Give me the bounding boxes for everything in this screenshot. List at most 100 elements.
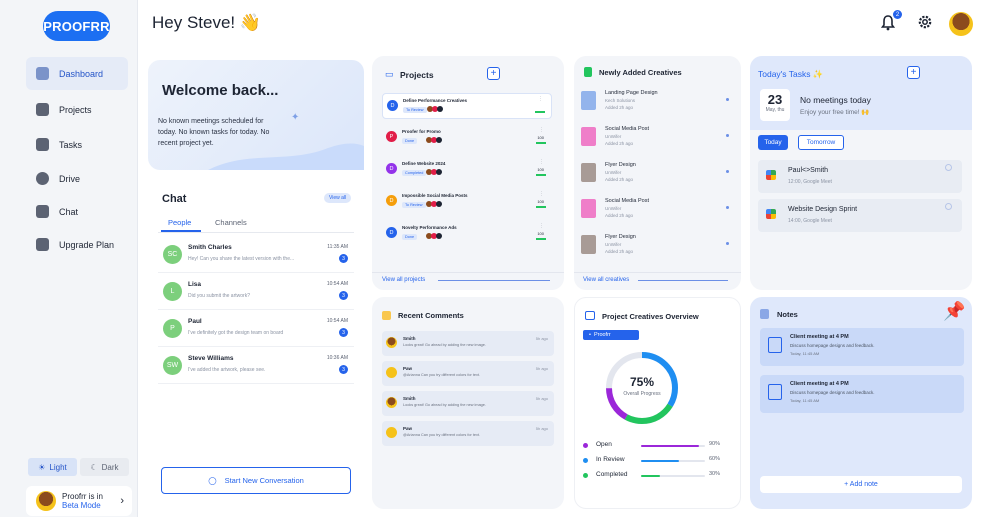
note-icon [768,384,782,400]
start-new-conversation-button[interactable]: ◯ Start New Conversation [161,467,351,494]
tasks-sub: Enjoy your free time! 🙌 [800,109,870,116]
legend-bar-fill [641,475,661,477]
legend-bar-fill [641,445,699,447]
add-note-button[interactable]: + Add note [760,476,962,493]
tasks-card: Today's Tasks ✨ + 23 May, thu No meeting… [750,56,972,290]
check-circle-icon[interactable] [945,203,952,210]
user-avatar[interactable] [949,12,973,36]
project-initial: D [387,100,398,111]
proofrr-logo[interactable]: PROOFRR [43,11,110,41]
comment-item[interactable]: Paw @Arianna Can you try different colors… [382,421,554,446]
status-dot [726,206,729,209]
project-progress-bar [536,238,546,240]
more-icon[interactable]: ⋮ [539,191,544,197]
view-all-creatives-link[interactable]: View all creatives [583,277,629,283]
project-row[interactable]: D Novelty Performance Ads Done 100 ⋮ [382,221,552,247]
pushpin-icon: 📌 [943,301,966,321]
creative-item[interactable]: Flyer Design UnWifer Added 2h ago [581,159,735,189]
creative-time: Added 2h ago [605,141,634,146]
task-item[interactable]: Website Design Sprint 14:00, Google Meet [758,199,962,232]
project-selector-label: Proofrr [593,332,611,338]
sidebar-item-upgrade-plan[interactable]: Upgrade Plan [26,228,128,261]
date-tile: 23 May, thu [760,89,790,121]
file-thumbnail-icon [581,127,596,146]
tasks-icon [36,138,49,151]
tomorrow-button[interactable]: Tomorrow [798,135,844,150]
more-icon[interactable]: ⋮ [539,223,544,229]
creative-item[interactable]: Social Media Post UnWifer Added 2h ago [581,123,735,153]
add-task-button[interactable]: + [907,66,920,79]
creative-item[interactable]: Landing Page Design Kech Solutions Added 2… [581,87,735,117]
sidebar-item-dashboard[interactable]: Dashboard [26,57,128,90]
creative-name: Landing Page Design [605,90,658,96]
view-all-projects-link[interactable]: View all projects [382,277,425,283]
beta-mode-card[interactable]: Proofrr is in Beta Mode › [26,486,132,516]
creative-name: Social Media Post [605,198,650,204]
more-icon[interactable]: ⋮ [538,96,543,102]
sidebar-item-chat[interactable]: Chat [26,195,128,228]
legend-bar [641,445,705,447]
more-icon[interactable]: ⋮ [539,127,544,133]
comment-author: Smith [403,396,416,401]
projects-card: ▭ Projects + View all projects D Define P… [372,56,564,290]
creatives-title: Newly Added Creatives [599,68,682,77]
more-icon[interactable]: ⋮ [539,159,544,165]
project-selector[interactable]: • Proofrr [583,330,639,340]
legend-dot [583,443,588,448]
project-name: Define Performance Creatives [403,98,468,103]
chat-view-all-link[interactable]: View all [324,193,352,203]
note-item[interactable]: Client meeting at 4 PM Discuss homepage d… [760,375,964,413]
project-row[interactable]: D Impossible Social Media Posts To Review 1… [382,189,552,215]
task-meta: 12:00, Google Meet [788,179,832,185]
note-date: Today, 11:45 AM [790,398,820,403]
avatar: SC [163,245,182,264]
bell-icon[interactable] [880,15,896,35]
project-name: Proofer for Promo [402,129,441,134]
sidebar-item-drive[interactable]: Drive [26,162,128,195]
note-body: Discuss homepage designs and feedback. [790,390,875,395]
project-status-tag: To Review [403,107,427,113]
moon-icon: ☾ [90,462,98,472]
file-thumbnail-icon [581,163,596,182]
tab-channels[interactable]: Channels [215,218,247,227]
today-button[interactable]: Today [758,135,788,150]
comment-item[interactable]: Paw @Arianna Can you try different colors… [382,361,554,386]
chat-preview: I've definitely got the design team on b… [188,330,284,336]
gear-icon[interactable] [917,14,933,34]
sidebar-item-projects[interactable]: Projects [26,93,128,126]
avatar [436,201,442,207]
task-item[interactable]: Paul<>Smith 12:00, Google Meet [758,160,962,193]
chat-list-item[interactable]: SC Smith Charles Hey! Can you share the la… [158,239,354,273]
project-status-tag: To Review [402,202,426,208]
beta-line2: Beta Mode [62,501,101,510]
project-row[interactable]: D Define Website 2024 Completed 100 ⋮ [382,157,552,183]
chat-name: Smith Charles [188,244,232,251]
check-circle-icon[interactable] [945,164,952,171]
tab-people[interactable]: People [168,218,191,227]
chat-list-item[interactable]: SW Steve Williams I've added the artwork, … [158,350,354,384]
note-item[interactable]: Client meeting at 4 PM Discuss homepage d… [760,328,964,366]
light-mode-button[interactable]: ☀ Light [28,458,77,476]
project-row[interactable]: D Define Performance Creatives To Review ⋮ [382,93,552,119]
project-progress-value: 100 [537,167,544,172]
project-row[interactable]: P Proofer for Promo Done 100 ⋮ [382,125,552,151]
unread-count-badge: 3 [339,254,348,263]
chat-time: 10:54 AM [326,318,348,324]
comment-text: @Arianna Can you try different colors fo… [403,373,481,377]
chat-preview: Hey! Can you share the latest version wi… [188,256,295,262]
chat-list-item[interactable]: L Lisa Did you submit the artwork? 10:54 AM… [158,276,354,310]
comment-item[interactable]: Smith Looks great! Go ahead by adding the… [382,391,554,416]
comment-item[interactable]: Smith Looks great! Go ahead by adding the… [382,331,554,356]
creative-name: Flyer Design [605,234,636,240]
sidebar-item-tasks[interactable]: Tasks [26,128,128,161]
dark-mode-button[interactable]: ☾ Dark [80,458,129,476]
creative-time: Added 2h ago [605,213,634,218]
task-name: Website Design Sprint [788,206,858,213]
legend-value: 60% [709,456,721,462]
creative-item[interactable]: Flyer Design UnWifer Added 2h ago [581,231,735,261]
status-dot [726,170,729,173]
add-project-button[interactable]: + [487,67,500,80]
creative-item[interactable]: Social Media Post UnWifer Added 2h ago [581,195,735,225]
chat-list-item[interactable]: P Paul I've definitely got the design team… [158,313,354,347]
sidebar-item-label: Chat [59,206,79,217]
